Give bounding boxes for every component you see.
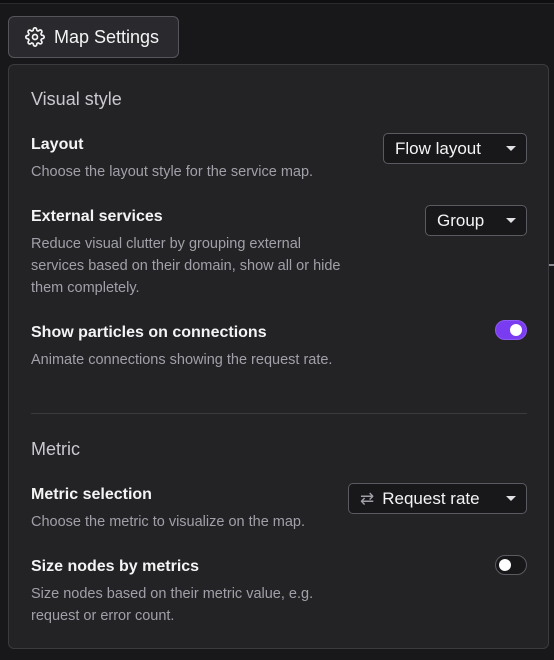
layout-dropdown-value: Flow layout [395, 138, 481, 158]
section-divider [31, 413, 527, 414]
swap-arrows-icon: ⇄ [360, 488, 375, 508]
metric-selection-dropdown[interactable]: ⇄ Request rate [348, 483, 527, 514]
map-settings-label: Map Settings [54, 26, 160, 47]
resize-handle[interactable] [549, 264, 554, 266]
chevron-down-icon [506, 218, 516, 223]
layout-description: Choose the layout style for the service … [31, 164, 314, 180]
visual-style-heading: Visual style [31, 89, 122, 109]
metric-selection-description: Choose the metric to visualize on the ma… [31, 514, 306, 530]
toggle-knob [510, 324, 522, 336]
size-nodes-toggle[interactable] [495, 555, 527, 575]
map-settings-panel: Visual style Layout Choose the layout st… [8, 64, 549, 649]
metric-heading: Metric [31, 439, 80, 459]
toggle-knob [499, 559, 511, 571]
chevron-down-icon [506, 146, 516, 151]
particles-description: Animate connections showing the request … [31, 352, 333, 368]
external-services-label: External services [31, 208, 163, 225]
metric-selection-dropdown-value: Request rate [382, 488, 480, 508]
particles-toggle[interactable] [495, 320, 527, 340]
map-settings-button[interactable]: Map Settings [8, 16, 179, 58]
metric-selection-label: Metric selection [31, 486, 152, 503]
gear-icon [25, 27, 45, 47]
external-services-description: Reduce visual clutter by grouping extern… [31, 236, 341, 296]
particles-label: Show particles on connections [31, 324, 267, 341]
top-bar-strip [0, 0, 554, 4]
layout-dropdown[interactable]: Flow layout [383, 133, 527, 164]
layout-label: Layout [31, 136, 84, 153]
size-nodes-description: Size nodes based on their metric value, … [31, 586, 314, 624]
chevron-down-icon [506, 496, 516, 501]
external-services-dropdown-value: Group [437, 210, 485, 230]
external-services-dropdown[interactable]: Group [425, 205, 527, 236]
size-nodes-label: Size nodes by metrics [31, 558, 200, 575]
